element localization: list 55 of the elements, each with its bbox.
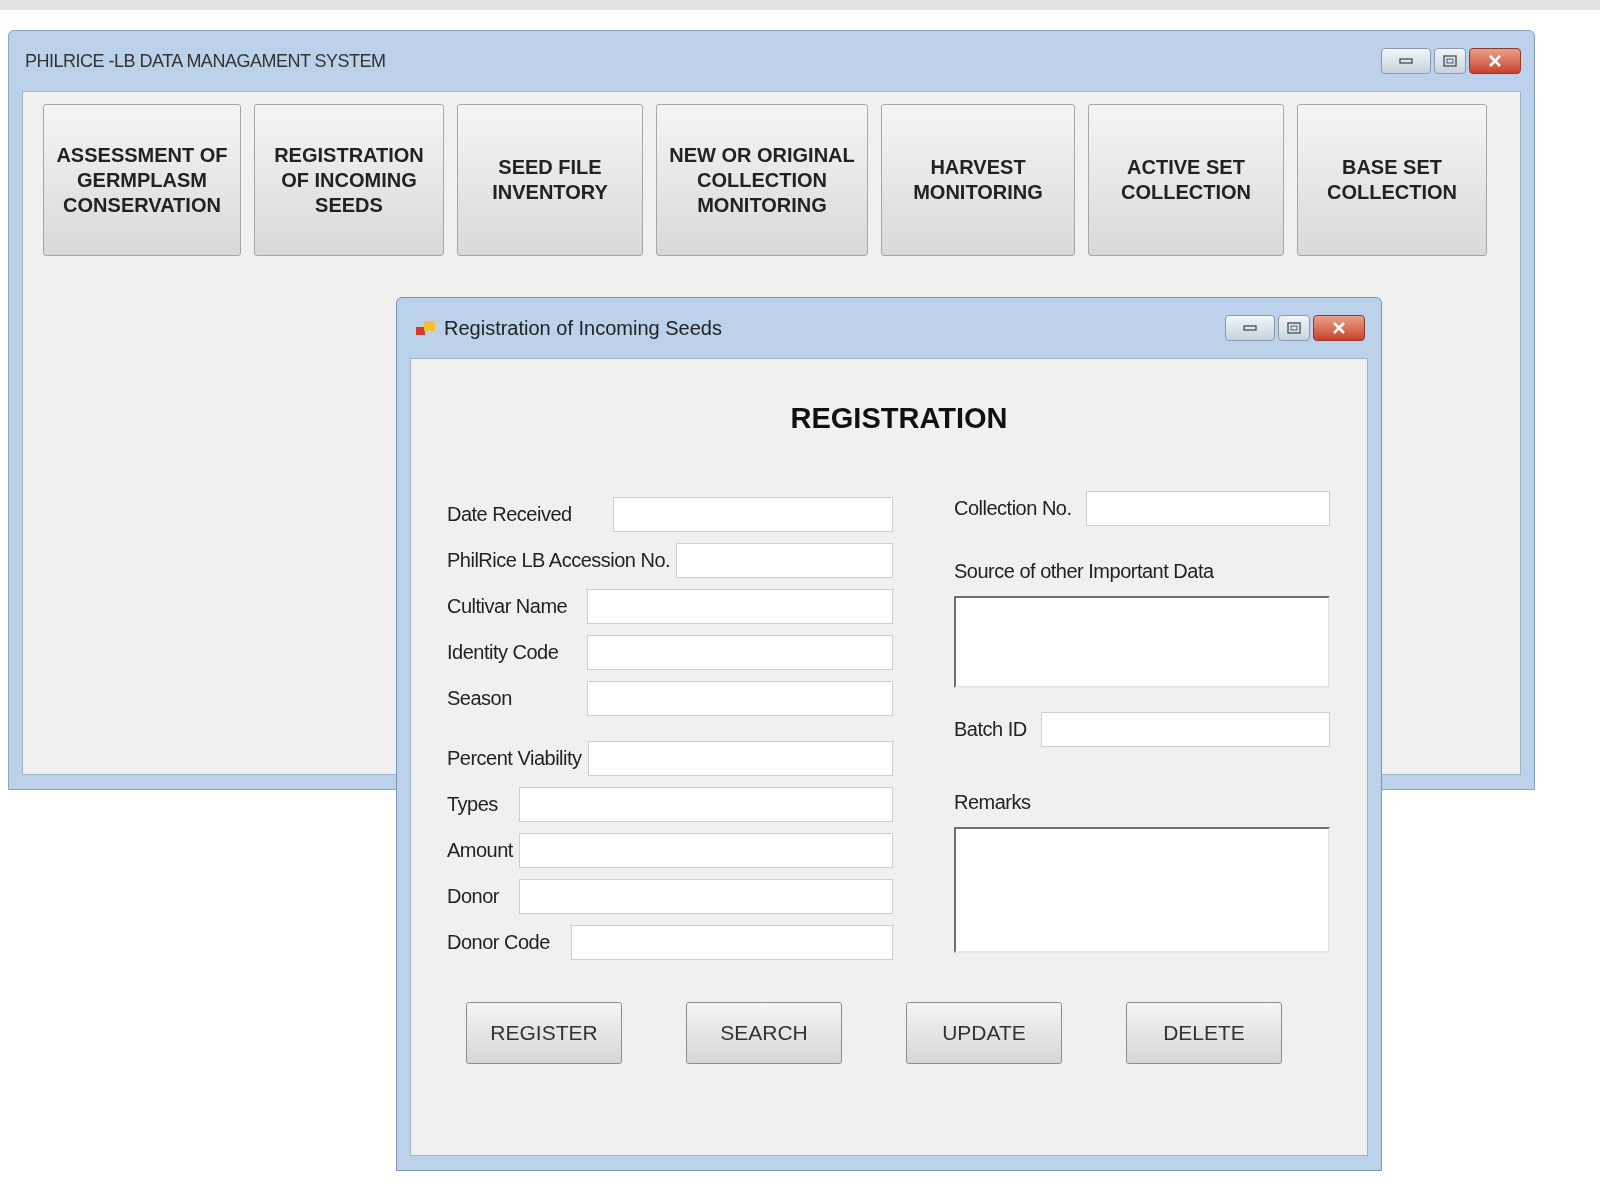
text-field[interactable]: [519, 832, 893, 868]
close-button[interactable]: [1313, 315, 1365, 341]
module-button[interactable]: ACTIVE SET COLLECTION: [1088, 104, 1284, 256]
field-label: Collection No.: [954, 496, 1072, 521]
maximize-icon: [1287, 322, 1301, 334]
module-button[interactable]: ASSESSMENT OF GERMPLASM CONSERVATION: [43, 104, 241, 256]
text-field[interactable]: [587, 680, 893, 716]
field-label: Season: [447, 686, 513, 711]
text-field[interactable]: [1040, 711, 1330, 747]
text-field[interactable]: [587, 634, 893, 670]
field-label: Batch ID: [954, 717, 1027, 742]
text-field[interactable]: [571, 924, 893, 960]
text-field[interactable]: [519, 786, 893, 822]
close-icon: [1488, 55, 1502, 67]
close-icon: [1332, 322, 1346, 334]
field-label: Source of other Important Data: [954, 558, 1215, 584]
module-button[interactable]: BASE SET COLLECTION: [1297, 104, 1487, 256]
action-button[interactable]: SEARCH: [686, 1001, 842, 1064]
text-field[interactable]: [587, 588, 893, 624]
text-field[interactable]: [519, 878, 893, 914]
minimize-icon: [1243, 325, 1257, 331]
field-label: Types: [447, 792, 499, 817]
action-button[interactable]: DELETE: [1126, 1001, 1282, 1064]
module-button[interactable]: REGISTRATION OF INCOMING SEEDS: [254, 104, 444, 256]
close-button[interactable]: [1469, 48, 1521, 74]
field-label: Identity Code: [447, 640, 560, 665]
action-button[interactable]: REGISTER: [466, 1001, 622, 1064]
field-label: Remarks: [954, 789, 1032, 815]
text-field[interactable]: [587, 740, 893, 776]
text-field[interactable]: [613, 496, 893, 532]
window-title: PHILRICE -LB DATA MANAGAMENT SYSTEM: [25, 49, 386, 73]
field-label: Date Received: [447, 502, 573, 527]
minimize-icon: [1399, 58, 1413, 64]
minimize-button[interactable]: [1225, 315, 1275, 341]
text-field[interactable]: [1085, 490, 1330, 526]
field-label: Percent Viability: [447, 746, 582, 771]
text-field[interactable]: [676, 542, 893, 578]
minimize-button[interactable]: [1381, 48, 1431, 74]
field-label: Cultivar Name: [447, 594, 569, 619]
field-label: Donor Code: [447, 930, 551, 955]
field-label: PhilRice LB Accession No.: [447, 548, 671, 573]
text-area[interactable]: [954, 595, 1330, 688]
form-heading: REGISTRATION: [790, 401, 1008, 436]
module-button[interactable]: HARVEST MONITORING: [881, 104, 1075, 256]
field-label: Amount: [447, 838, 513, 863]
field-label: Donor: [447, 884, 500, 909]
module-button[interactable]: NEW OR ORIGINAL COLLECTION MONITORING: [656, 104, 868, 256]
action-button[interactable]: UPDATE: [906, 1001, 1062, 1064]
maximize-icon: [1443, 55, 1457, 67]
dialog-title: Registration of Incoming Seeds: [444, 316, 722, 341]
text-area[interactable]: [954, 826, 1330, 953]
module-button[interactable]: SEED FILE INVENTORY: [457, 104, 643, 256]
maximize-button[interactable]: [1434, 48, 1466, 74]
app-icon: [416, 319, 436, 337]
maximize-button[interactable]: [1278, 315, 1310, 341]
